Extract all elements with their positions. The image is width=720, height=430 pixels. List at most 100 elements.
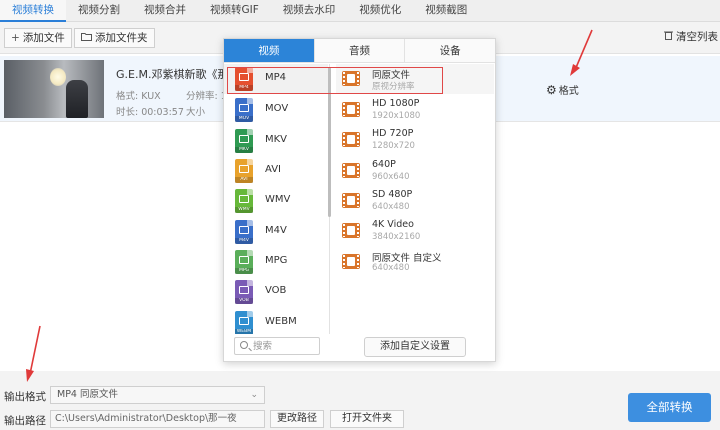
tab-video-merge[interactable]: 视频合并 — [132, 0, 198, 22]
plus-icon: + — [11, 32, 20, 44]
format-item-mp4[interactable]: MP4 MP4 — [224, 64, 328, 94]
change-path-button[interactable]: 更改路径 — [270, 410, 324, 428]
format-label: WEBM — [265, 316, 297, 327]
output-format-value: MP4 同原文件 — [57, 389, 118, 400]
file-resolution: 分辨率: 1 — [186, 91, 227, 102]
mp4-file-icon: MP4 — [235, 67, 253, 91]
annotation-arrow-icon — [570, 29, 593, 76]
preset-name: 同原文件 — [372, 70, 411, 81]
preset-name: HD 1080P — [372, 98, 420, 109]
file-size: 大小 — [186, 107, 206, 118]
preset-item[interactable]: HD 720P 1280x720 — [336, 125, 494, 155]
gear-icon: ⚙ — [546, 83, 557, 97]
preset-item[interactable]: HD 1080P 1920x1080 — [336, 95, 494, 125]
wmv-icon-tag: WMV — [235, 207, 253, 213]
annotation-arrow-icon — [26, 325, 41, 382]
format-item-mov[interactable]: MOV MOV — [224, 95, 328, 125]
format-item-vob[interactable]: VOB VOB — [224, 277, 328, 307]
add-file-button[interactable]: + 添加文件 — [4, 28, 72, 48]
format-label: WMV — [265, 194, 291, 205]
tab-video-optimize[interactable]: 视频优化 — [347, 0, 413, 22]
clear-list-button[interactable]: 清空列表 — [658, 28, 720, 48]
convert-all-button[interactable]: 全部转换 — [628, 393, 711, 422]
format-settings-label: 格式 — [558, 86, 579, 97]
film-icon — [342, 132, 360, 147]
tab-remove-watermark[interactable]: 视频去水印 — [271, 0, 348, 22]
popup-tab-video[interactable]: 视频 — [224, 39, 314, 62]
output-path-label: 输出路径 — [4, 415, 46, 427]
format-label: M4V — [265, 225, 287, 236]
search-icon — [240, 341, 248, 349]
search-input[interactable] — [253, 339, 317, 353]
format-item-m4v[interactable]: M4V M4V — [224, 217, 328, 247]
preset-name: 同原文件 自定义 — [372, 253, 442, 264]
folder-icon — [81, 29, 92, 47]
mov-file-icon: MOV — [235, 98, 253, 122]
mov-icon-tag: MOV — [235, 116, 253, 122]
format-item-webm[interactable]: WEBM WEBM — [224, 308, 328, 334]
preset-item[interactable]: SD 480P 640x480 — [336, 186, 494, 216]
popup-tab-device[interactable]: 设备 — [404, 39, 496, 62]
trash-icon — [664, 28, 673, 46]
preset-item[interactable]: 同原文件 自定义 640x480 — [336, 247, 494, 277]
format-list: MP4 MP4 MOV MOV MKV MKV AVI AVI WMV WMV … — [224, 64, 330, 334]
film-icon — [342, 223, 360, 238]
tab-video-split[interactable]: 视频分割 — [66, 0, 132, 22]
preset-item[interactable]: 4K Video 3840x2160 — [336, 216, 494, 246]
chevron-down-icon: ⌄ — [250, 390, 258, 400]
preset-resolution: 640x480 — [372, 263, 410, 273]
wmv-file-icon: WMV — [235, 189, 253, 213]
format-label: MKV — [265, 134, 288, 145]
add-custom-setting-button[interactable]: 添加自定义设置 — [364, 337, 466, 357]
preset-item[interactable]: 同原文件 原视分辨率 — [336, 64, 494, 94]
preset-resolution: 3840x2160 — [372, 232, 421, 242]
add-folder-label: 添加文件夹 — [95, 32, 148, 44]
add-file-label: 添加文件 — [22, 32, 65, 44]
file-format: 格式: KUX — [116, 91, 161, 102]
webm-file-icon: WEBM — [235, 311, 253, 334]
format-settings-button[interactable]: ⚙ 格式 — [546, 82, 579, 97]
format-list-scrollbar[interactable] — [328, 67, 331, 217]
tab-video-to-gif[interactable]: 视频转GIF — [198, 0, 271, 22]
format-label: MP4 — [265, 72, 287, 83]
format-item-avi[interactable]: AVI AVI — [224, 156, 328, 186]
preset-resolution: 960x640 — [372, 172, 410, 182]
film-icon — [342, 193, 360, 208]
avi-icon-tag: AVI — [235, 177, 253, 183]
format-popup: 视频 音频 设备 MP4 MP4 MOV MOV MKV MKV AVI AVI… — [223, 38, 496, 362]
vob-icon-tag: VOB — [235, 298, 253, 304]
preset-name: 4K Video — [372, 219, 414, 230]
tab-video-screenshot[interactable]: 视频截图 — [413, 0, 479, 22]
preset-resolution: 1280x720 — [372, 141, 415, 151]
preset-resolution: 原视分辨率 — [372, 82, 415, 92]
format-item-wmv[interactable]: WMV WMV — [224, 186, 328, 216]
preset-name: HD 720P — [372, 128, 414, 139]
preset-item[interactable]: 640P 960x640 — [336, 156, 494, 186]
preset-resolution: 640x480 — [372, 202, 410, 212]
output-format-select[interactable]: MP4 同原文件 ⌄ — [50, 386, 265, 404]
m4v-icon-tag: M4V — [235, 238, 253, 244]
popup-tab-bar: 视频 音频 设备 — [224, 39, 496, 63]
film-icon — [342, 254, 360, 269]
open-folder-button[interactable]: 打开文件夹 — [330, 410, 404, 428]
tab-video-convert[interactable]: 视频转换 — [0, 0, 66, 22]
output-format-label: 输出格式 — [4, 391, 46, 403]
webm-icon-tag: WEBM — [235, 329, 253, 334]
vob-file-icon: VOB — [235, 280, 253, 304]
format-label: AVI — [265, 164, 281, 175]
film-icon — [342, 71, 360, 86]
file-duration: 时长: 00:03:57 — [116, 107, 184, 118]
m4v-file-icon: M4V — [235, 220, 253, 244]
clear-list-label: 清空列表 — [676, 31, 718, 43]
video-thumbnail — [4, 60, 104, 118]
output-path-field[interactable]: C:\Users\Administrator\Desktop\那一夜 — [50, 410, 265, 428]
popup-tab-audio[interactable]: 音频 — [313, 39, 405, 62]
preset-name: 640P — [372, 159, 396, 170]
avi-file-icon: AVI — [235, 159, 253, 183]
format-item-mkv[interactable]: MKV MKV — [224, 126, 328, 156]
format-search[interactable] — [234, 337, 320, 355]
format-label: MOV — [265, 103, 289, 114]
add-folder-button[interactable]: 添加文件夹 — [74, 28, 155, 48]
format-item-mpg[interactable]: MPG MPG — [224, 247, 328, 277]
mp4-icon-tag: MP4 — [235, 85, 253, 91]
